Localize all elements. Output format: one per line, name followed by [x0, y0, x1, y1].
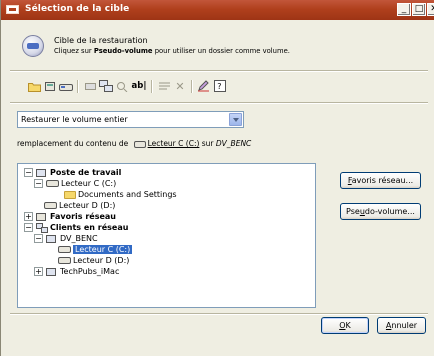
tree-node[interactable]: Documents and Settings [64, 189, 177, 200]
pseudo-volume-button[interactable]: Pseudo-volume... [340, 203, 421, 220]
toolbar-separator [151, 80, 153, 93]
window-title: Sélection de la cible [25, 4, 130, 14]
maximize-button[interactable]: □ [412, 3, 426, 16]
tree-node[interactable]: Clients en réseau [36, 222, 128, 233]
title-bar[interactable]: Sélection de la cible _ □ ✕ [1, 0, 434, 20]
ok-button[interactable]: OK [321, 317, 369, 334]
window-icon [6, 5, 19, 14]
target-tree[interactable]: − Poste de travail − Lecteur C (C:) Docu… [17, 163, 316, 308]
machine-name: DV_BENC [215, 139, 252, 148]
tree-node[interactable]: Favoris réseau [36, 211, 116, 222]
tree-node[interactable]: Lecteur C (C:) [46, 178, 116, 189]
network-clients-icon [36, 222, 48, 233]
toolbar-separator-line [10, 102, 428, 104]
tree-expander[interactable]: + [34, 267, 43, 276]
close-button[interactable]: ✕ [427, 3, 434, 16]
view-icon[interactable] [157, 79, 171, 93]
network-favorites-button[interactable]: Favoris réseau... [340, 172, 421, 189]
header-subtitle: Cliquez sur Pseudo-volume pour utiliser … [54, 47, 290, 55]
tree-expander[interactable]: − [34, 234, 43, 243]
restore-mode-value: Restaurer le volume entier [21, 115, 128, 124]
restore-target-icon [22, 35, 44, 57]
tree-expander[interactable]: − [24, 168, 33, 177]
cancel-button[interactable]: Annuler [377, 317, 426, 334]
new-folder-icon[interactable] [27, 79, 41, 93]
toolbar-separator [77, 80, 79, 93]
properties-icon[interactable] [43, 79, 57, 93]
delete-icon[interactable]: ✕ [173, 79, 187, 93]
chevron-down-icon[interactable] [229, 113, 242, 126]
replacement-description: remplacement du contenu de Lecteur C (C:… [17, 139, 252, 148]
dialog-window: Sélection de la cible _ □ ✕ Cible de la … [0, 0, 434, 356]
minimize-button[interactable]: _ [397, 3, 411, 16]
drive-icon [58, 246, 71, 253]
tree-node-selected[interactable]: Lecteur C (C:) [58, 244, 133, 255]
drive-icon[interactable] [59, 79, 73, 93]
drive-link[interactable]: Lecteur C (C:) [148, 139, 200, 148]
folder-icon [64, 190, 76, 199]
tree-node[interactable]: Lecteur D (D:) [44, 200, 115, 211]
svg-text:?: ? [217, 82, 221, 91]
header-title: Cible de la restauration [54, 36, 148, 45]
edit-icon[interactable] [196, 79, 210, 93]
toolbar-separator [191, 80, 193, 93]
tree-node[interactable]: Poste de travail [36, 167, 121, 178]
drive-icon [133, 140, 146, 148]
drive-icon [46, 180, 59, 187]
tree-expander[interactable]: − [24, 223, 33, 232]
tree-node[interactable]: Lecteur D (D:) [58, 255, 129, 266]
computer-icon [46, 234, 56, 243]
rename-icon[interactable]: ab| [130, 79, 148, 93]
find-icon[interactable] [115, 79, 129, 93]
network-favorites-icon [36, 212, 46, 221]
header-separator [10, 70, 428, 72]
tree-expander[interactable]: − [34, 179, 43, 188]
drive-icon [44, 202, 57, 209]
drive-icon [58, 257, 71, 264]
tree-expander[interactable]: + [24, 212, 33, 221]
map-drive-icon[interactable] [83, 79, 97, 93]
tree-node[interactable]: TechPubs_iMac [46, 266, 119, 277]
restore-mode-select[interactable]: Restaurer le volume entier [17, 111, 244, 128]
network-icon[interactable] [99, 79, 113, 93]
computer-icon [36, 168, 46, 177]
help-icon[interactable]: ? [213, 79, 227, 93]
computer-icon [46, 267, 56, 276]
footer-separator [10, 313, 428, 315]
tree-node[interactable]: DV_BENC [46, 233, 98, 244]
